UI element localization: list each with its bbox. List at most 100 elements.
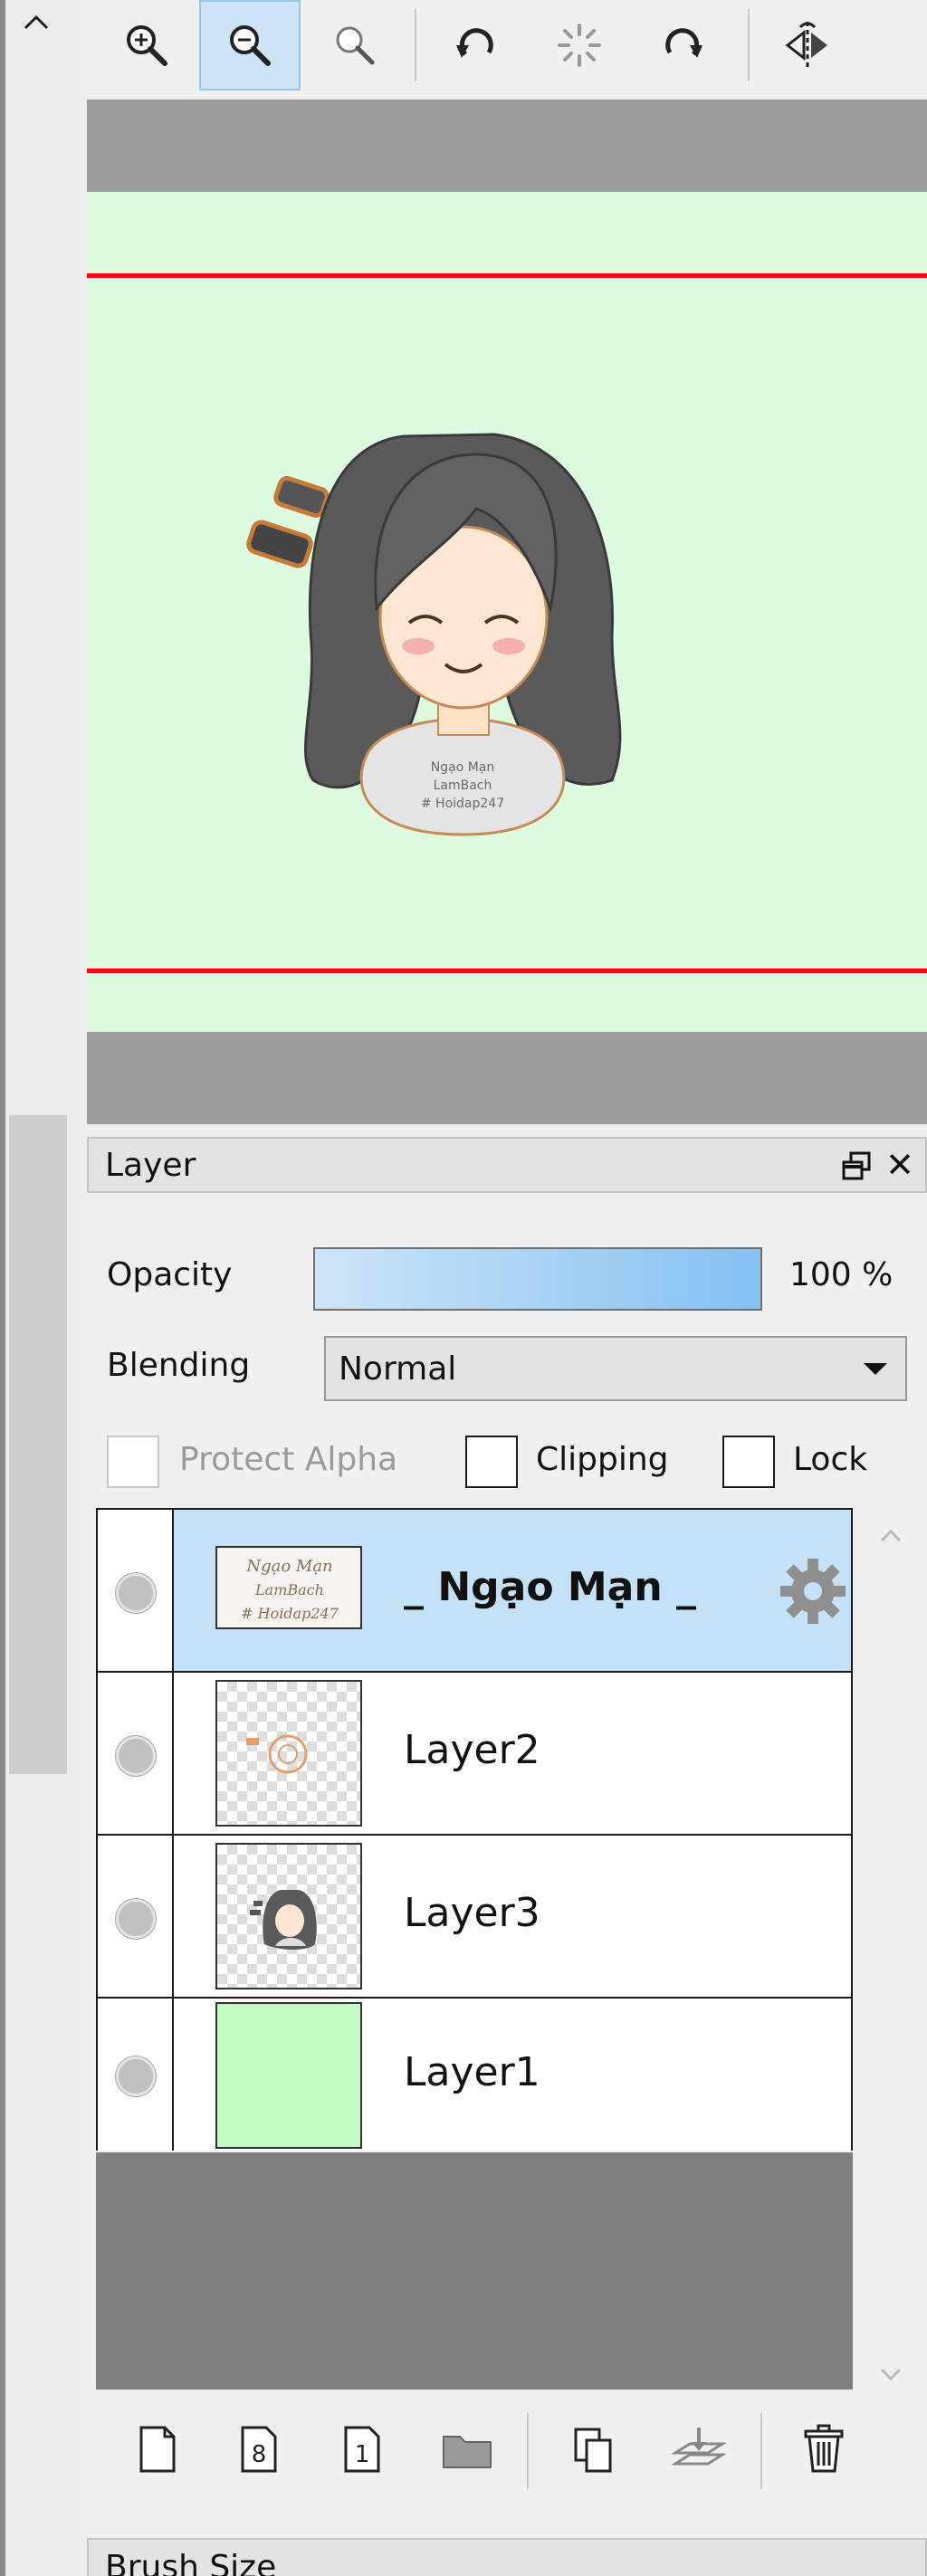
trash-icon — [804, 2424, 844, 2473]
duplicate-layer-icon — [574, 2428, 612, 2473]
spinner-icon — [558, 24, 601, 67]
rotate-reset-button[interactable] — [529, 0, 630, 91]
delete-layer-button[interactable] — [791, 2417, 856, 2482]
layer-panel-header: Layer ✕ — [87, 1137, 927, 1193]
layer-thumbnail: Ngạo Mạn LamBach # Hoidap247 — [215, 1546, 362, 1629]
shirt-text-1: Ngạo Mạn — [431, 760, 495, 775]
window-edge — [0, 0, 5, 2576]
layer-thumbnail — [215, 1680, 362, 1827]
brush-size-panel-header: Brush Size — [87, 2538, 927, 2576]
lock-checkbox[interactable] — [722, 1436, 775, 1488]
left-scroll-thumb[interactable] — [9, 1115, 67, 1774]
guide-line-top — [87, 273, 927, 278]
view-toolbar — [87, 0, 927, 94]
duplicate-layer-button[interactable] — [561, 2417, 626, 2482]
left-blush — [402, 638, 435, 654]
layer-list-empty-area — [96, 2152, 853, 2390]
opacity-slider[interactable] — [313, 1247, 762, 1311]
thumb-text-2: LamBach — [254, 1581, 324, 1598]
visibility-column — [98, 1836, 174, 1997]
folder-icon — [443, 2436, 492, 2468]
layer-row-layer3[interactable]: Layer3 — [98, 1836, 851, 1999]
flip-horizontal-button[interactable] — [757, 0, 858, 91]
visibility-column — [98, 1999, 174, 2151]
rotate-left-button[interactable] — [425, 0, 527, 91]
visibility-toggle[interactable] — [116, 1736, 156, 1776]
visibility-column — [98, 1510, 174, 1671]
clipping-label: Clipping — [536, 1441, 669, 1478]
layer-list: Ngạo Mạn LamBach # Hoidap247 _ Ngạo Mạn _ … — [96, 1508, 853, 2151]
new-8bit-layer-button[interactable]: 8 — [226, 2417, 291, 2482]
toolbar-separator — [760, 2413, 762, 2489]
new-8bit-layer-icon: 8 — [241, 2426, 277, 2473]
rotate-right-button[interactable] — [632, 0, 733, 91]
opacity-value: 100 % — [789, 1256, 894, 1293]
visibility-toggle[interactable] — [116, 1899, 156, 1939]
new-layer-button[interactable] — [125, 2417, 190, 2482]
scroll-up-arrow-icon[interactable] — [13, 4, 60, 40]
left-scrollbar[interactable] — [0, 0, 80, 2576]
layer-name: Layer2 — [404, 1727, 540, 1773]
right-blush — [492, 638, 525, 654]
zoom-in-icon — [127, 25, 167, 66]
zoom-out-icon — [230, 25, 271, 66]
layer-name: Layer1 — [404, 2049, 540, 2095]
layer-list-scrollbar[interactable] — [869, 1508, 913, 2395]
layer-thumbnail — [215, 2002, 362, 2149]
blending-select[interactable]: Normal — [324, 1336, 907, 1401]
layer-thumbnail — [215, 1843, 362, 1989]
layer-panel: Layer ✕ Opacity 100 % Blending Normal Pr… — [87, 1130, 927, 2576]
new-folder-button[interactable] — [435, 2417, 500, 2482]
svg-text:1: 1 — [355, 2441, 370, 2468]
blending-label: Blending — [107, 1347, 251, 1384]
canvas-margin-bottom — [87, 1032, 927, 1124]
zoom-reset-button[interactable] — [304, 0, 406, 91]
clipping-checkbox[interactable] — [465, 1436, 518, 1488]
rotate-left-icon — [456, 28, 493, 58]
protect-alpha-checkbox[interactable] — [107, 1436, 159, 1488]
layer-row-layer2[interactable]: Layer2 — [98, 1673, 851, 1836]
drawing-canvas[interactable]: Ngạo Mạn LamBach # Hoidap247 — [87, 192, 927, 1032]
float-panel-icon[interactable] — [840, 1150, 873, 1182]
layer-row-layer1[interactable]: Layer1 — [98, 1999, 851, 2151]
shirt-text-3: # Hoidap247 — [421, 797, 504, 811]
opacity-label: Opacity — [107, 1256, 233, 1293]
blending-value: Normal — [339, 1350, 457, 1388]
shirt-text-2: LamBach — [434, 778, 492, 793]
layer-panel-title: Layer — [105, 1146, 196, 1184]
visibility-column — [98, 1673, 174, 1834]
svg-text:8: 8 — [252, 2441, 267, 2468]
visibility-toggle[interactable] — [116, 1573, 156, 1613]
scroll-up-arrow-icon[interactable] — [869, 1517, 913, 1553]
layer-row-ngao-man[interactable]: Ngạo Mạn LamBach # Hoidap247 _ Ngạo Mạn _ — [98, 1510, 851, 1673]
protect-alpha-label: Protect Alpha — [179, 1441, 398, 1478]
brush-size-panel-title: Brush Size — [105, 2549, 277, 2576]
merge-down-icon — [672, 2428, 726, 2466]
toolbar-separator — [527, 2413, 529, 2489]
zoom-out-button[interactable] — [199, 0, 301, 91]
thumb-text-3: # Hoidap247 — [241, 1605, 339, 1622]
layer-actions-toolbar: 8 1 — [87, 2395, 927, 2507]
gear-icon[interactable] — [775, 1553, 851, 1629]
toolbar-separator — [748, 9, 750, 81]
character-artwork: Ngạo Mạn LamBach # Hoidap247 — [246, 433, 622, 836]
dropdown-arrow-icon — [864, 1363, 887, 1375]
canvas-margin-top — [87, 100, 927, 192]
layer-name: Layer3 — [404, 1890, 540, 1936]
new-layer-icon — [139, 2426, 176, 2473]
flip-horizontal-icon — [785, 22, 827, 69]
thumb-text-1: Ngạo Mạn — [245, 1557, 332, 1576]
merge-down-button[interactable] — [666, 2417, 731, 2482]
scroll-down-arrow-icon[interactable] — [869, 2357, 913, 2393]
rotate-right-icon — [665, 28, 702, 58]
guide-line-bottom — [87, 968, 927, 973]
close-panel-icon[interactable]: ✕ — [885, 1148, 914, 1182]
toolbar-separator — [415, 9, 416, 81]
shirt — [359, 718, 566, 836]
new-1bit-layer-button[interactable]: 1 — [330, 2417, 395, 2482]
magnifier-icon — [336, 26, 375, 65]
new-1bit-layer-icon: 1 — [344, 2426, 380, 2473]
visibility-toggle[interactable] — [116, 2056, 156, 2096]
zoom-in-button[interactable] — [96, 0, 197, 91]
lock-label: Lock — [793, 1441, 868, 1478]
